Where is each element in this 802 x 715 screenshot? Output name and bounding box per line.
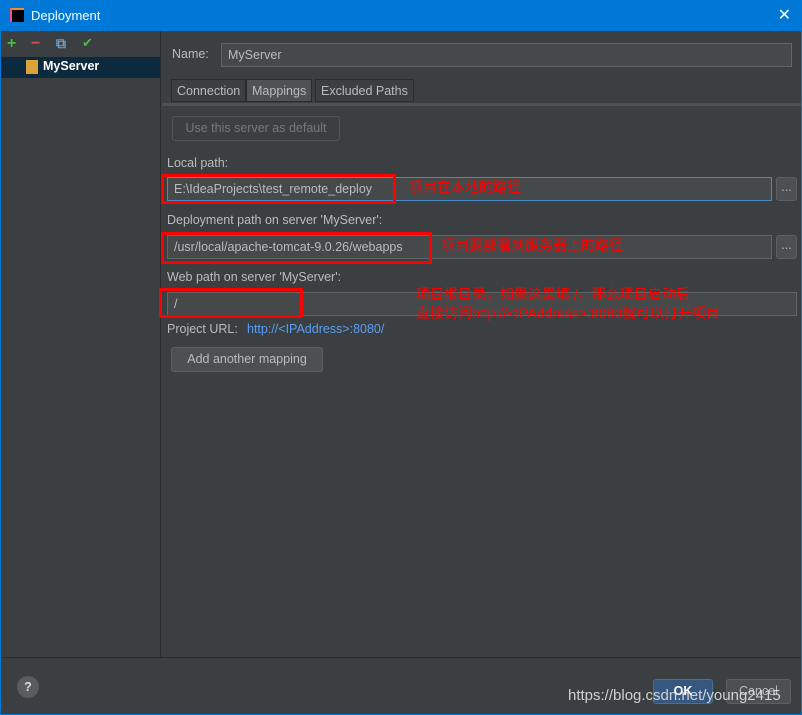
add-icon[interactable]: + (7, 35, 16, 53)
help-button[interactable]: ? (17, 676, 39, 698)
annotation-web-2: 直接访问http://<IPAddress>:8080就可以打开项目 (416, 305, 720, 321)
remove-icon[interactable]: − (31, 35, 40, 53)
sftp-server-icon (26, 60, 38, 74)
annotation-box-local (161, 174, 396, 204)
project-url-label: Project URL: (167, 322, 238, 336)
close-icon[interactable]: ✕ (778, 5, 791, 25)
tab-excluded-paths[interactable]: Excluded Paths (315, 79, 414, 102)
tab-mappings[interactable]: Mappings (246, 79, 313, 102)
watermark: https://blog.csdn.net/young2415 (568, 687, 781, 704)
annotation-web-1: 项目根目录，如果这里填 /，那么项目启动后 (416, 286, 690, 302)
title-bar: Deployment ✕ (1, 1, 801, 31)
name-input[interactable]: MyServer (221, 43, 792, 67)
annotation-box-deploy (161, 232, 432, 264)
web-path-label: Web path on server 'MyServer': (167, 270, 342, 284)
local-path-label: Local path: (167, 156, 229, 170)
name-label: Name: (172, 47, 209, 61)
copy-icon[interactable]: ⧉ (56, 35, 66, 52)
set-default-icon[interactable]: ✔ (82, 35, 93, 51)
annotation-local: 项目在本地的路径 (409, 179, 521, 195)
server-item-myserver[interactable]: MyServer (1, 57, 160, 78)
tab-divider (162, 103, 801, 106)
intellij-app-icon (10, 8, 24, 22)
footer-divider (1, 657, 801, 658)
server-item-label: MyServer (43, 59, 100, 73)
use-as-default-button[interactable]: Use this server as default (172, 116, 340, 141)
annotation-box-web (159, 288, 303, 318)
tab-connection[interactable]: Connection (171, 79, 247, 102)
window-title: Deployment (31, 8, 101, 23)
project-url-link[interactable]: http://<IPAddress>:8080/ (247, 322, 384, 336)
server-list-pane: + − ⧉ ✔ MyServer (1, 31, 161, 657)
local-path-browse-button[interactable]: ... (776, 177, 797, 201)
deploy-path-label: Deployment path on server 'MyServer': (167, 213, 383, 227)
deploy-path-browse-button[interactable]: ... (776, 235, 797, 259)
add-mapping-button[interactable]: Add another mapping (171, 347, 323, 372)
annotation-deploy: 项目要部署到服务器上的路径 (441, 237, 623, 253)
